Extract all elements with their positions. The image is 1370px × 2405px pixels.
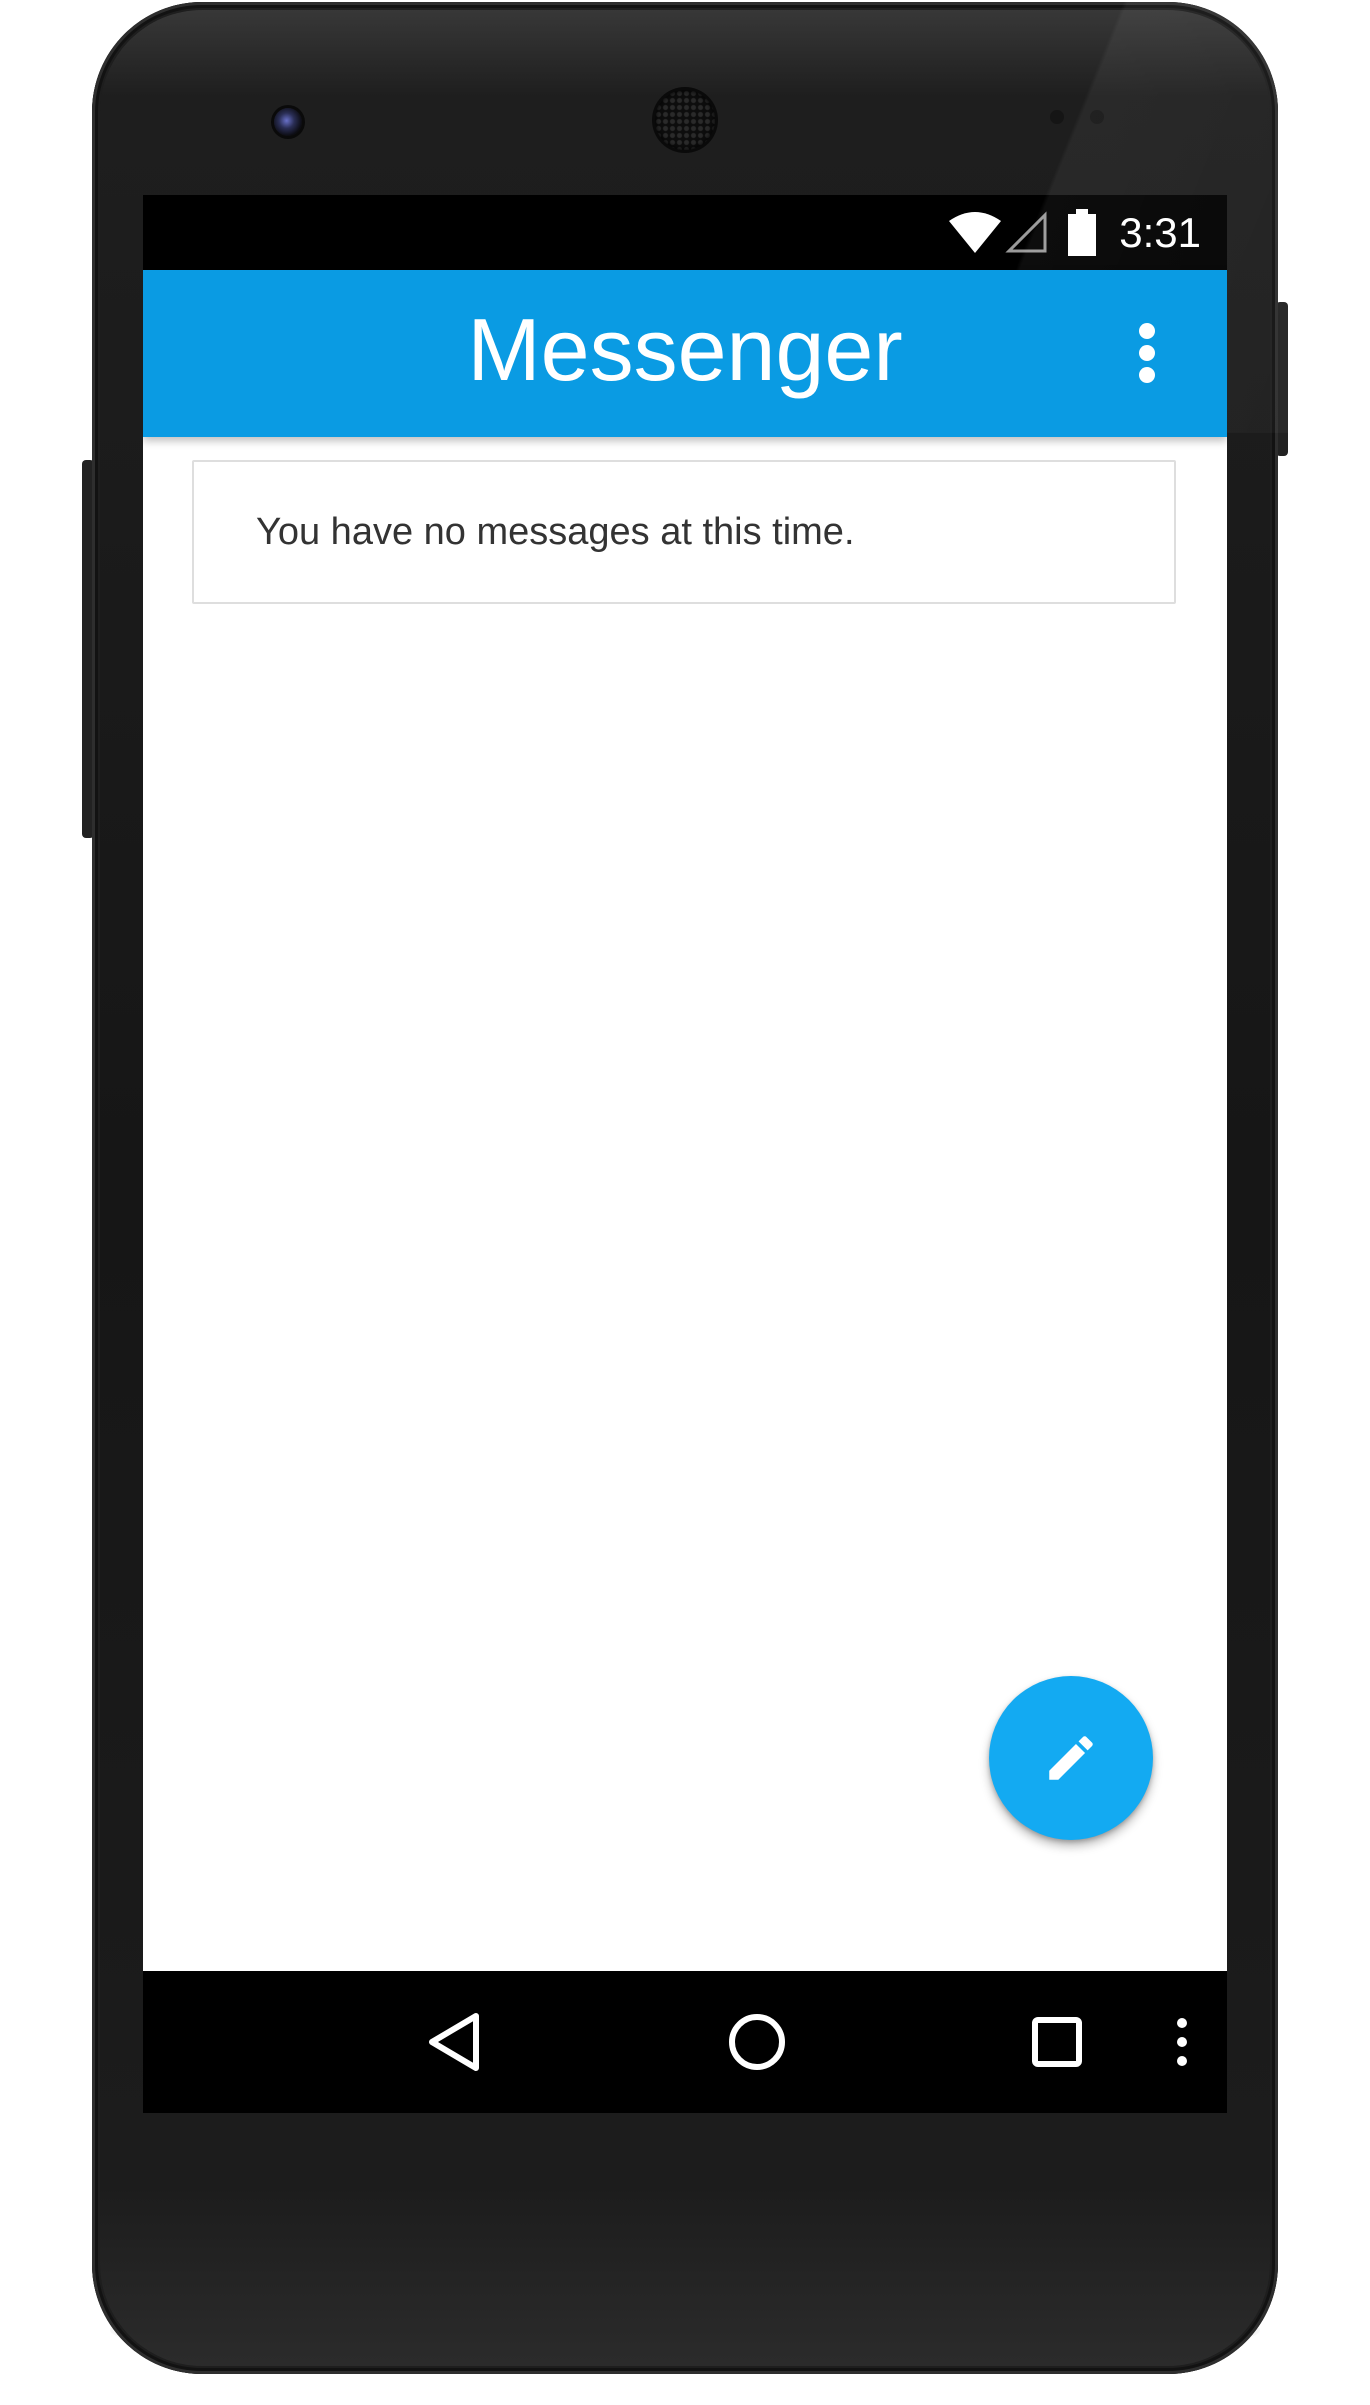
more-vert-icon [1139, 323, 1155, 383]
back-icon [429, 2013, 479, 2071]
cell-signal-icon [1005, 210, 1047, 252]
app-bar: Messenger [143, 270, 1227, 437]
app-title: Messenger [467, 300, 903, 399]
recents-icon [1032, 2017, 1082, 2067]
empty-state-card: You have no messages at this time. [192, 460, 1176, 604]
front-camera [274, 108, 302, 136]
navigation-bar [143, 1971, 1227, 2113]
back-button[interactable] [384, 1971, 524, 2113]
battery-icon [1068, 208, 1097, 256]
empty-state-message: You have no messages at this time. [256, 511, 855, 553]
proximity-sensors [1050, 110, 1110, 124]
earpiece-speaker [655, 90, 715, 150]
menu-icon [1177, 2018, 1187, 2066]
menu-button[interactable] [1137, 1971, 1227, 2113]
recents-button[interactable] [987, 1971, 1127, 2113]
home-icon [729, 2014, 785, 2070]
home-button[interactable] [687, 1971, 827, 2113]
status-time: 3:31 [1119, 208, 1201, 256]
sensor-dot [1090, 110, 1104, 124]
wifi-icon [949, 211, 1002, 253]
pencil-icon [1049, 1736, 1093, 1780]
screen: 3:31 Messenger You have no messages at t… [143, 195, 1227, 2113]
status-bar: 3:31 [143, 195, 1227, 270]
overflow-menu-button[interactable] [1127, 318, 1167, 388]
compose-button[interactable] [989, 1676, 1153, 1840]
page: 3:31 Messenger You have no messages at t… [0, 0, 1370, 2405]
status-icons: 3:31 [947, 195, 1201, 270]
sensor-dot [1050, 110, 1064, 124]
